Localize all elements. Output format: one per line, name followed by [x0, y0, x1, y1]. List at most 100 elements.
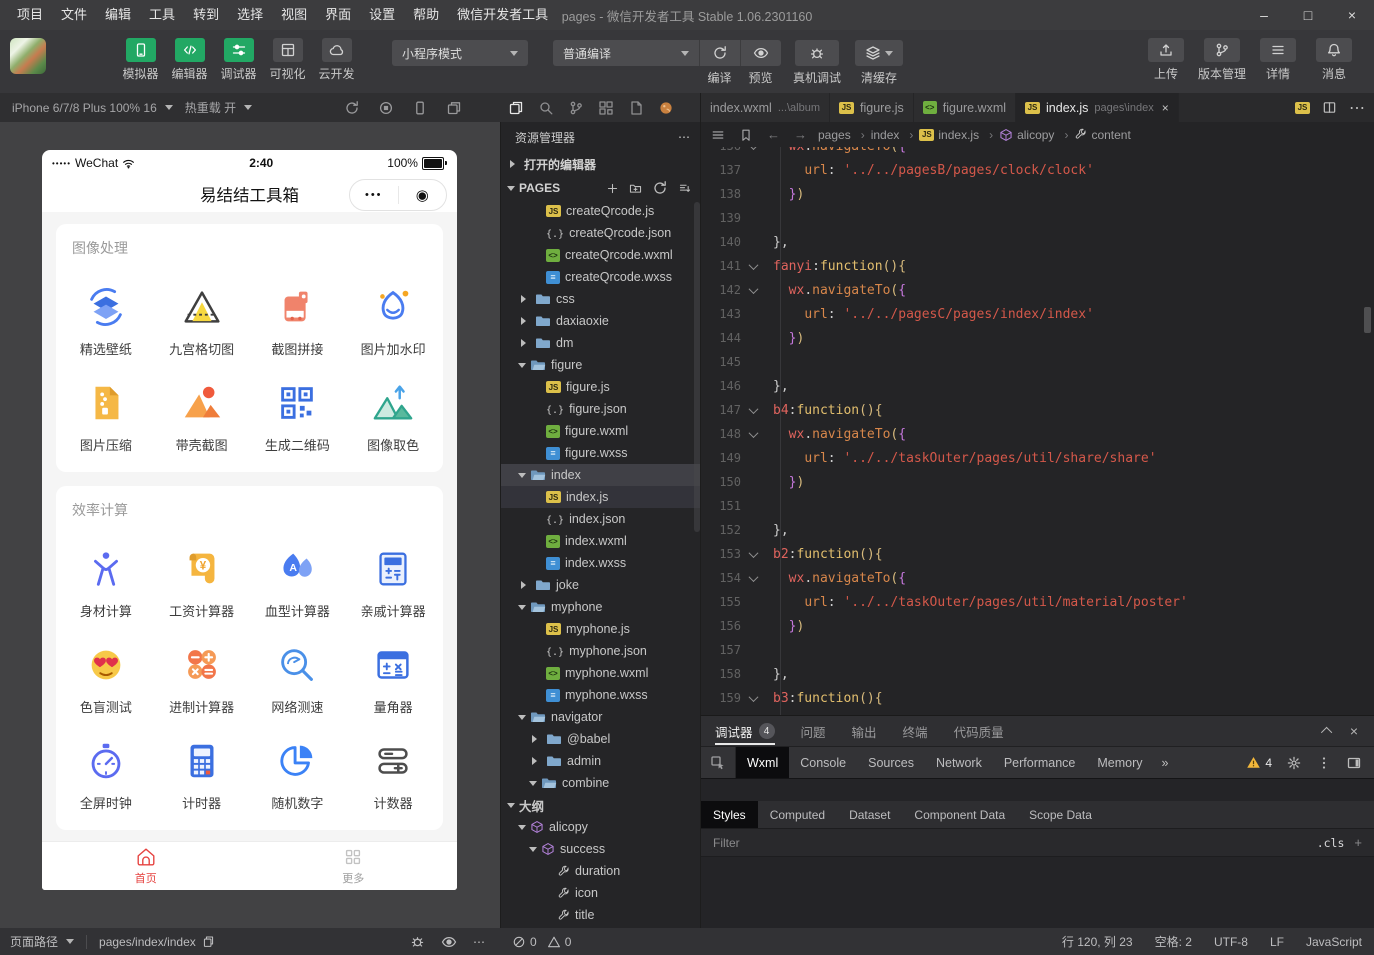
refresh-icon[interactable] — [652, 180, 668, 196]
stop-icon[interactable] — [378, 100, 394, 116]
tool-网络测速[interactable]: 网络测速 — [250, 642, 346, 716]
fold-chevron-icon[interactable] — [741, 431, 765, 438]
code-line[interactable]: 137 url: '../../pagesB/pages/clock/clock… — [701, 158, 1374, 182]
tool-血型计算器[interactable]: A血型计算器 — [250, 546, 346, 620]
code-line[interactable]: 144 }) — [701, 326, 1374, 350]
warning-count-badge[interactable]: 4 — [1246, 755, 1272, 770]
device-frame-icon[interactable] — [412, 100, 428, 116]
tree-item-duration[interactable]: duration — [501, 860, 701, 882]
fold-chevron-icon[interactable] — [741, 551, 765, 558]
menu-item-文件[interactable]: 文件 — [52, 0, 96, 30]
tree-item-index.js[interactable]: JSindex.js — [501, 486, 701, 508]
status-cursor-position[interactable]: 行 120, 列 23 — [1062, 933, 1133, 950]
tree-item-joke[interactable]: joke — [501, 574, 701, 596]
tree-item-title[interactable]: title — [501, 904, 701, 926]
tree-item-index.wxss[interactable]: ≡index.wxss — [501, 552, 701, 574]
tree-item-figure.wxml[interactable]: <>figure.wxml — [501, 420, 701, 442]
toggle-编辑器[interactable]: 编辑器 — [165, 38, 214, 82]
code-line[interactable]: 159b3:function(){ — [701, 686, 1374, 710]
new-folder-icon[interactable] — [629, 182, 642, 195]
menu-item-编辑[interactable]: 编辑 — [96, 0, 140, 30]
tree-item-@babel[interactable]: @babel — [501, 728, 701, 750]
tree-item-alicopy[interactable]: alicopy — [501, 816, 701, 838]
editor-tab-index.js[interactable]: JSindex.jspages\index× — [1016, 93, 1179, 122]
editor-tab-index.wxml[interactable]: index.wxml...\album — [701, 93, 830, 122]
gear-icon[interactable] — [1286, 755, 1302, 771]
tool-随机数字[interactable]: 随机数字 — [250, 738, 346, 812]
tool-量角器[interactable]: 量角器 — [345, 642, 441, 716]
page-path-dropdown[interactable]: 页面路径 — [10, 933, 74, 950]
remote-debug-button[interactable]: 真机调试 — [793, 40, 841, 86]
code-line[interactable]: 152}, — [701, 518, 1374, 542]
toggle-可视化[interactable]: 可视化 — [263, 38, 312, 82]
tree-item-myphone[interactable]: myphone — [501, 596, 701, 618]
user-avatar[interactable] — [10, 38, 46, 74]
tool-全屏时钟[interactable]: 全屏时钟 — [58, 738, 154, 812]
extensions-icon[interactable] — [598, 100, 614, 116]
refresh-icon[interactable] — [344, 100, 360, 116]
status-eol[interactable]: LF — [1270, 935, 1284, 949]
code-line[interactable]: 156 }) — [701, 614, 1374, 638]
breadcrumb-index.js[interactable]: ›JSindex.js — [903, 128, 979, 142]
error-circle-icon[interactable] — [512, 935, 526, 949]
code-line[interactable]: 146}, — [701, 374, 1374, 398]
toggle-模拟器[interactable]: 模拟器 — [116, 38, 165, 82]
code-line[interactable]: 136 wx.navigateTo({ — [701, 147, 1374, 158]
search-icon[interactable] — [538, 100, 554, 116]
tool-图片压缩[interactable]: 图片压缩 — [58, 380, 154, 454]
tree-item-figure.js[interactable]: JSfigure.js — [501, 376, 701, 398]
code-line[interactable]: 140}, — [701, 230, 1374, 254]
bookmark-icon[interactable] — [739, 128, 753, 142]
add-style-button[interactable]: + — [1354, 835, 1362, 850]
breadcrumb-alicopy[interactable]: ›alicopy — [983, 128, 1054, 142]
tree-item-icon[interactable]: icon — [501, 882, 701, 904]
more-menu-dots[interactable]: ••• — [350, 189, 398, 201]
maximize-button[interactable]: □ — [1286, 0, 1330, 30]
code-line[interactable]: 142 wx.navigateTo({ — [701, 278, 1374, 302]
more-actions-icon[interactable]: ⋯ — [1349, 98, 1366, 118]
上传-button[interactable]: 上传 — [1138, 38, 1194, 82]
inspect-element-button[interactable] — [701, 747, 736, 778]
tree-item-figure.wxss[interactable]: ≡figure.wxss — [501, 442, 701, 464]
tree-item-daxiaoxie[interactable]: daxiaoxie — [501, 310, 701, 332]
editor-scrollbar[interactable] — [1364, 307, 1371, 333]
tool-身材计算[interactable]: 身材计算 — [58, 546, 154, 620]
new-file-icon[interactable] — [606, 182, 619, 195]
fold-chevron-icon[interactable] — [741, 287, 765, 294]
code-line[interactable]: 151 — [701, 494, 1374, 518]
tree-item-figure.json[interactable]: {.}figure.json — [501, 398, 701, 420]
tree-item-admin[interactable]: admin — [501, 750, 701, 772]
tree-item-createQrcode.wxss[interactable]: ≡createQrcode.wxss — [501, 266, 701, 288]
tree-item-大纲[interactable]: 大纲 — [501, 794, 701, 816]
code-line[interactable]: 139 — [701, 206, 1374, 230]
tool-生成二维码[interactable]: 生成二维码 — [250, 380, 346, 454]
filter-input[interactable]: Filter — [713, 836, 740, 850]
devtools-tab-Wxml[interactable]: Wxml — [736, 747, 789, 778]
phone-tab-首页[interactable]: 首页 — [42, 842, 250, 890]
more-actions-icon[interactable]: ⋯ — [678, 130, 691, 144]
tree-item-createQrcode.wxml[interactable]: <>createQrcode.wxml — [501, 244, 701, 266]
fold-chevron-icon[interactable] — [741, 263, 765, 270]
消息-button[interactable]: 消息 — [1306, 38, 1362, 82]
status-language-mode[interactable]: JavaScript — [1306, 935, 1362, 949]
详情-button[interactable]: 详情 — [1250, 38, 1306, 82]
debug-tab-问题[interactable]: 问题 — [801, 716, 826, 746]
code-line[interactable]: 145 — [701, 350, 1374, 374]
tool-工资计算器[interactable]: ¥工资计算器 — [154, 546, 250, 620]
plugin-icon[interactable] — [658, 100, 674, 116]
code-line[interactable]: 147b4:function(){ — [701, 398, 1374, 422]
hot-reload-toggle[interactable]: 热重载 开 — [185, 99, 252, 116]
devtools-tab-Memory[interactable]: Memory — [1086, 747, 1153, 778]
tree-item-createQrcode.json[interactable]: {.}createQrcode.json — [501, 222, 701, 244]
preview-button[interactable]: 预览 — [740, 40, 781, 86]
more-vert-icon[interactable] — [1316, 755, 1332, 771]
menu-item-微信开发者工具[interactable]: 微信开发者工具 — [448, 0, 557, 30]
status-encoding[interactable]: UTF-8 — [1214, 935, 1248, 949]
open-editors-section[interactable]: 打开的编辑器 — [501, 152, 701, 176]
close-panel-icon[interactable]: × — [1350, 723, 1358, 739]
tree-item-index[interactable]: index — [501, 464, 701, 486]
split-editor-icon[interactable] — [1322, 100, 1337, 115]
status-indentation[interactable]: 空格: 2 — [1155, 933, 1192, 950]
devtools-tab-Sources[interactable]: Sources — [857, 747, 925, 778]
device-selector[interactable]: iPhone 6/7/8 Plus 100% 16 — [12, 101, 173, 115]
